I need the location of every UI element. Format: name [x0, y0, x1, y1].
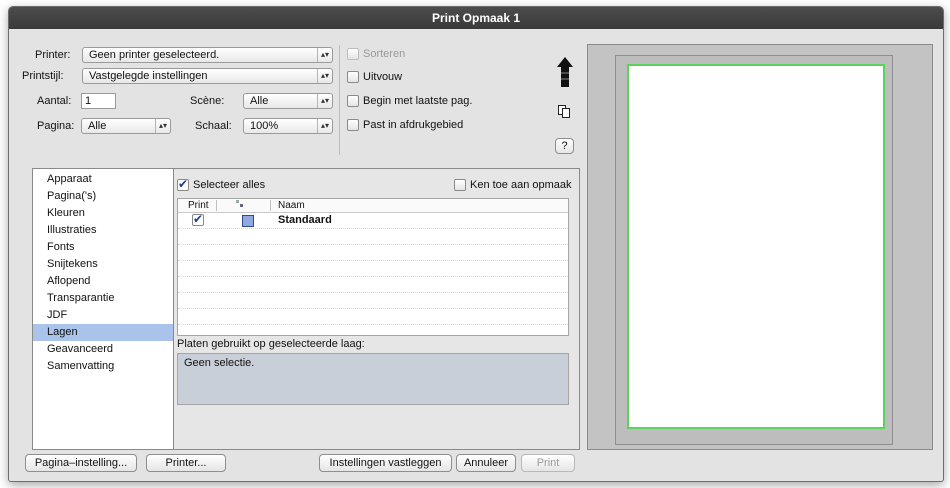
column-naam[interactable]: Naam: [278, 199, 305, 212]
sort-checkbox[interactable]: [347, 48, 359, 60]
cancel-button[interactable]: Annuleer: [456, 454, 516, 472]
save-settings-button[interactable]: Instellingen vastleggen: [319, 454, 452, 472]
plates-box: Geen selectie.: [177, 353, 569, 405]
page-label: Pagina:: [37, 120, 75, 132]
print-button[interactable]: Print: [521, 454, 575, 472]
table-row: [178, 277, 568, 293]
preview-page: [627, 64, 885, 429]
color-column-icon[interactable]: [234, 199, 246, 212]
layer-name: Standaard: [278, 214, 332, 226]
select-all-label: Selecteer alles: [193, 179, 266, 191]
layer-color-swatch[interactable]: [242, 215, 254, 227]
sidebar-item-fonts[interactable]: Fonts: [33, 239, 174, 256]
scene-select[interactable]: Alle ▴▾: [243, 93, 333, 109]
table-row[interactable]: Standaard: [178, 212, 568, 229]
print-style-select[interactable]: Vastgelegde instellingen ▴▾: [82, 68, 333, 84]
begin-last-label: Begin met laatste pag.: [363, 95, 473, 107]
table-row: [178, 293, 568, 309]
table-row: [178, 261, 568, 277]
layer-print-checkbox[interactable]: [192, 212, 204, 226]
sidebar-item-geavanceerd[interactable]: Geavanceerd: [33, 341, 174, 358]
scene-value: Alle: [250, 95, 269, 107]
plates-value: Geen selectie.: [184, 357, 255, 369]
printer-label: Printer:: [35, 49, 71, 61]
updown-arrows-icon: ▴▾: [317, 69, 332, 83]
plates-label: Platen gebruikt op geselecteerde laag:: [177, 338, 365, 350]
sidebar-item-kleuren[interactable]: Kleuren: [33, 205, 174, 222]
sidebar-item-jdf[interactable]: JDF: [33, 307, 174, 324]
fit-area-label: Past in afdrukgebied: [363, 119, 464, 131]
apply-to-layout-checkbox[interactable]: [454, 179, 466, 191]
page-setup-button[interactable]: Pagina–instelling...: [25, 454, 137, 472]
page-value: Alle: [88, 120, 107, 132]
select-all-checkbox[interactable]: [177, 177, 189, 191]
layers-table: Print Naam Standaard: [177, 198, 569, 336]
count-label: Aantal:: [37, 95, 72, 107]
sort-label: Sorteren: [363, 48, 406, 60]
table-header: Print Naam: [178, 199, 568, 213]
divider: [339, 45, 340, 155]
sidebar-item-aflopend[interactable]: Aflopend: [33, 273, 174, 290]
column-print[interactable]: Print: [188, 199, 209, 212]
page-preview: [587, 44, 933, 450]
scale-select[interactable]: 100% ▴▾: [243, 118, 333, 134]
table-row: [178, 229, 568, 245]
sidebar-item-samenvatting[interactable]: Samenvatting: [33, 358, 174, 375]
sidebar-item-transparantie[interactable]: Transparantie: [33, 290, 174, 307]
apply-to-layout-label: Ken toe aan opmaak: [470, 179, 572, 191]
page-select[interactable]: Alle ▴▾: [81, 118, 171, 134]
category-list: Apparaat Pagina('s) Kleuren Illustraties…: [32, 168, 175, 450]
portrait-orientation-icon[interactable]: [557, 57, 573, 89]
print-dialog: Print Opmaak 1 Printer: Geen printer ges…: [8, 6, 944, 482]
scene-label: Scène:: [190, 95, 225, 107]
window-title: Print Opmaak 1: [9, 7, 943, 29]
expand-label: Uitvouw: [363, 71, 403, 83]
begin-last-checkbox[interactable]: [347, 95, 359, 107]
updown-arrows-icon: ▴▾: [317, 119, 332, 133]
printer-select-value: Geen printer geselecteerd.: [89, 49, 220, 61]
table-row: [178, 245, 568, 261]
print-style-value: Vastgelegde instellingen: [89, 70, 208, 82]
updown-arrows-icon: ▴▾: [317, 48, 332, 62]
sidebar-item-snijtekens[interactable]: Snijtekens: [33, 256, 174, 273]
sidebar-item-paginas[interactable]: Pagina('s): [33, 188, 174, 205]
sidebar-item-lagen[interactable]: Lagen: [33, 324, 174, 341]
sidebar-item-illustraties[interactable]: Illustraties: [33, 222, 174, 239]
column-divider: [270, 200, 271, 211]
printer-button[interactable]: Printer...: [146, 454, 226, 472]
sidebar-item-apparaat[interactable]: Apparaat: [33, 171, 174, 188]
updown-arrows-icon: ▴▾: [317, 94, 332, 108]
expand-checkbox[interactable]: [347, 71, 359, 83]
updown-arrows-icon: ▴▾: [155, 119, 170, 133]
scale-value: 100%: [250, 120, 279, 132]
copies-icon[interactable]: [558, 105, 570, 118]
printer-select[interactable]: Geen printer geselecteerd. ▴▾: [82, 47, 333, 63]
scale-label: Schaal:: [195, 120, 232, 132]
count-field[interactable]: 1: [81, 93, 116, 109]
help-button[interactable]: ?: [555, 138, 574, 154]
fit-area-checkbox[interactable]: [347, 119, 359, 131]
column-divider: [216, 200, 217, 211]
print-style-label: Printstijl:: [22, 70, 64, 82]
table-row: [178, 309, 568, 325]
